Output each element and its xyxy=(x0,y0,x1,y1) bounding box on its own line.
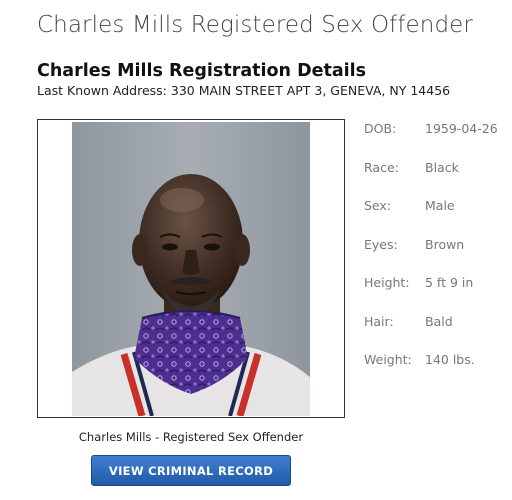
detail-label: Weight: xyxy=(364,352,412,367)
detail-value: Bald xyxy=(425,313,453,329)
detail-row-hair: Hair: Bald xyxy=(364,314,504,353)
detail-row-dob: DOB: 1959-04-26 xyxy=(364,121,504,160)
mugshot-photo xyxy=(72,122,310,416)
mugshot-image xyxy=(72,122,310,416)
detail-value: 1959-04-26 xyxy=(425,121,498,136)
detail-value: 5 ft 9 in xyxy=(425,275,474,290)
photo-caption: Charles Mills - Registered Sex Offender xyxy=(78,430,304,444)
detail-label: Sex: xyxy=(364,198,392,213)
last-known-address: Last Known Address: 330 MAIN STREET APT … xyxy=(37,83,451,98)
detail-label: Height: xyxy=(364,275,410,290)
detail-row-weight: Weight: 140 lbs. xyxy=(364,352,504,391)
detail-value: Brown xyxy=(425,236,465,252)
page-title: Charles Mills Registered Sex Offender xyxy=(37,12,473,38)
detail-label: Hair: xyxy=(364,313,394,329)
details-list: DOB: 1959-04-26 Race: Black Sex: Male Ey… xyxy=(364,121,504,391)
view-criminal-record-button[interactable]: VIEW CRIMINAL RECORD xyxy=(91,455,291,486)
detail-row-race: Race: Black xyxy=(364,160,504,199)
detail-row-sex: Sex: Male xyxy=(364,198,504,237)
detail-value: 140 lbs. xyxy=(425,352,475,367)
detail-value: Male xyxy=(425,198,455,213)
section-title: Charles Mills Registration Details xyxy=(37,61,367,81)
detail-value: Black xyxy=(425,159,459,175)
detail-row-height: Height: 5 ft 9 in xyxy=(364,275,504,314)
detail-row-eyes: Eyes: Brown xyxy=(364,237,504,276)
detail-label: DOB: xyxy=(364,121,397,136)
detail-label: Race: xyxy=(364,159,399,175)
detail-label: Eyes: xyxy=(364,236,398,252)
photo-frame xyxy=(37,119,345,418)
